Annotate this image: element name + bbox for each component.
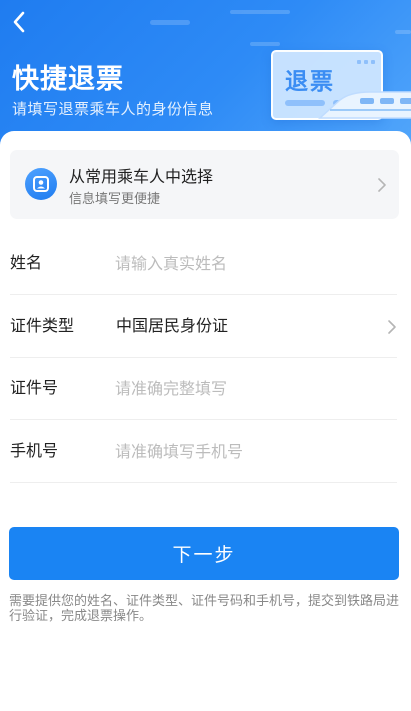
train-icon	[318, 91, 411, 119]
id-number-label: 证件号	[10, 378, 59, 397]
header-banner: 快捷退票 请填写退票乘车人的身份信息 退票	[0, 0, 411, 150]
phone-input[interactable]	[115, 434, 375, 468]
name-label: 姓名	[10, 253, 43, 272]
chevron-right-icon	[388, 320, 396, 334]
select-frequent-passenger-button[interactable]: 从常用乘车人中选择 信息填写更便捷	[10, 150, 399, 219]
id-type-label: 证件类型	[10, 316, 75, 335]
back-button[interactable]	[6, 8, 32, 36]
name-input[interactable]	[115, 246, 375, 280]
phone-row: 手机号	[10, 420, 397, 483]
decoration	[357, 60, 361, 64]
decoration	[250, 42, 280, 46]
form-card: 从常用乘车人中选择 信息填写更便捷 姓名 证件类型 中国居民身份证 证件号 手机…	[0, 131, 411, 711]
passenger-card-icon	[25, 168, 57, 200]
picker-title: 从常用乘车人中选择	[69, 167, 214, 186]
decoration	[371, 60, 375, 64]
chevron-right-icon	[378, 178, 386, 192]
decoration	[230, 10, 290, 14]
decoration	[364, 60, 368, 64]
chevron-left-icon	[13, 11, 25, 33]
decoration	[395, 30, 411, 34]
picker-subtitle: 信息填写更便捷	[69, 192, 161, 207]
id-type-value: 中国居民身份证	[116, 316, 229, 335]
notice-text: 需要提供您的姓名、证件类型、证件号码和手机号，提交到铁路局进行验证，完成退票操作…	[9, 594, 400, 624]
id-number-input[interactable]	[115, 371, 375, 405]
phone-label: 手机号	[10, 441, 59, 460]
id-type-row[interactable]: 证件类型 中国居民身份证	[10, 295, 397, 358]
next-button[interactable]: 下一步	[9, 527, 399, 580]
name-row: 姓名	[10, 232, 397, 295]
decoration	[150, 20, 190, 25]
page-subtitle: 请填写退票乘车人的身份信息	[12, 100, 214, 118]
id-number-row: 证件号	[10, 357, 397, 420]
page-title: 快捷退票	[12, 64, 124, 95]
